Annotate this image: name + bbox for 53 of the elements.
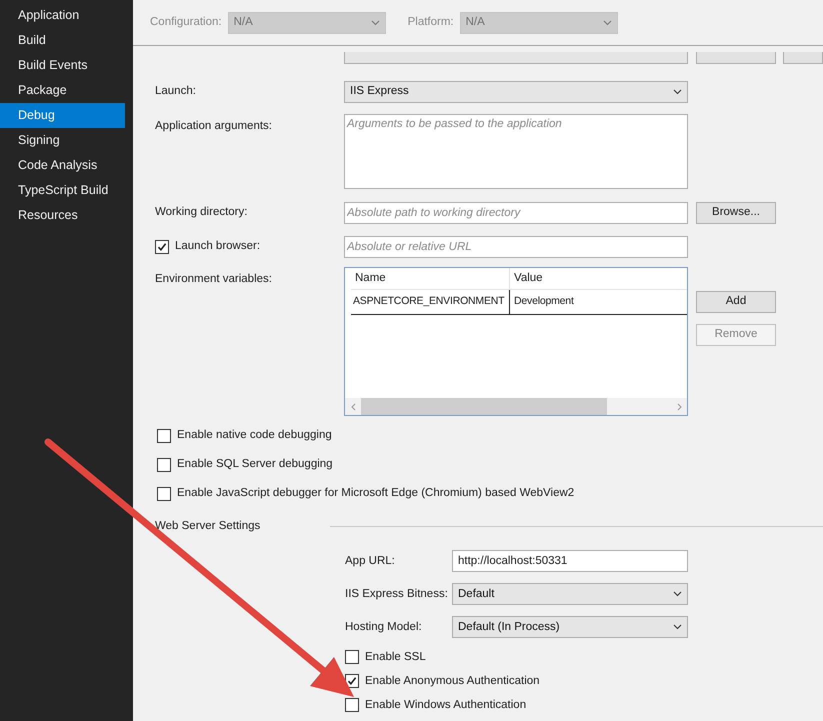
column-header[interactable]: Value xyxy=(510,268,687,289)
sidebar-item[interactable]: TypeScript Build xyxy=(0,178,133,203)
field-label: Working directory: xyxy=(155,205,248,220)
horizontal-scrollbar[interactable] xyxy=(345,398,687,415)
checkbox[interactable] xyxy=(157,458,171,472)
caret-icon xyxy=(673,624,682,630)
field-label: IIS Express Bitness: xyxy=(345,586,449,602)
checkbox[interactable] xyxy=(157,429,171,443)
checkbox[interactable] xyxy=(345,650,359,664)
field-label: Hosting Model: xyxy=(345,620,423,635)
sidebar-item[interactable]: Signing xyxy=(0,128,133,153)
sidebar-item[interactable]: Build Events xyxy=(0,53,133,78)
checkbox-label: Enable Anonymous Authentication xyxy=(365,674,540,689)
arguments-field[interactable]: Arguments to be passed to the application xyxy=(344,114,688,189)
checkbox[interactable] xyxy=(345,674,359,688)
sidebar-item[interactable]: Code Analysis xyxy=(0,153,133,178)
checkbox-label: Enable native code debugging xyxy=(177,428,332,444)
check-icon xyxy=(347,676,357,686)
caret-icon xyxy=(602,20,612,26)
browse-button[interactable]: Browse... xyxy=(696,202,776,224)
sidebar-item[interactable]: Build xyxy=(0,28,133,53)
sidebar-item[interactable]: Application xyxy=(0,3,133,28)
table-cell: ASPNETCORE_ENVIRONMENT xyxy=(351,290,510,314)
caret-icon xyxy=(673,89,682,95)
sidebar-item[interactable]: Debug xyxy=(0,103,125,128)
sidebar-item[interactable]: Package xyxy=(0,78,133,103)
column-header[interactable]: Name xyxy=(351,268,510,289)
dropdown[interactable]: Default (In Process) xyxy=(452,616,688,638)
platform-label: Platform: xyxy=(408,14,454,30)
checkbox[interactable] xyxy=(157,487,171,501)
caret-icon xyxy=(370,20,380,26)
checkbox-label: Enable JavaScript debugger for Microsoft Edge (Chromium) based WebView2 xyxy=(177,486,574,502)
field-label: App URL: xyxy=(345,554,396,569)
checkbox[interactable] xyxy=(155,240,169,254)
table-action-button[interactable]: Add xyxy=(696,291,776,313)
dropdown[interactable]: IIS Express xyxy=(344,81,688,103)
section-title: Web Server Settings xyxy=(155,519,262,534)
table-cell-text: Development xyxy=(513,294,575,310)
checkbox-label: Enable SSL xyxy=(365,650,426,665)
scrollbar-thumb[interactable] xyxy=(361,398,607,415)
sidebar-item[interactable]: Resources xyxy=(0,203,133,228)
checkbox-label: Enable Windows Authentication xyxy=(365,698,526,713)
field-label: Environment variables: xyxy=(155,272,273,287)
checkbox-label: Launch browser: xyxy=(175,239,260,254)
checkbox-label: Enable SQL Server debugging xyxy=(177,457,333,472)
dropdown[interactable]: Default xyxy=(452,583,688,606)
checkbox[interactable] xyxy=(345,698,359,712)
url-field[interactable]: http://localhost:50331 xyxy=(452,550,688,572)
field-label: Launch: xyxy=(155,84,197,100)
caret-icon xyxy=(673,591,682,598)
configuration-label: Configuration: xyxy=(150,14,222,30)
field-label: Application arguments: xyxy=(155,119,273,134)
check-icon xyxy=(157,242,167,252)
